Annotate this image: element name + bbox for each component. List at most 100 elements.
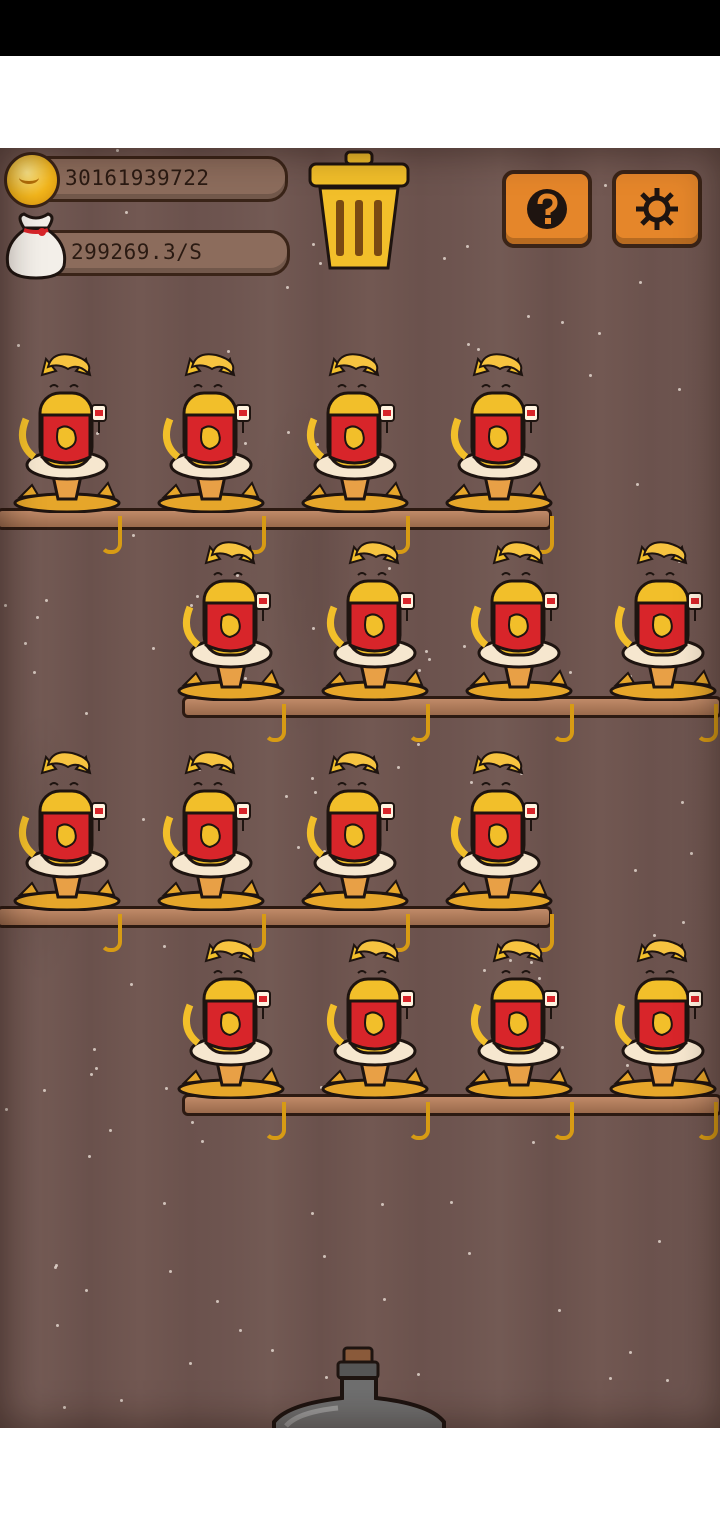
cat-slot[interactable] — [12, 751, 122, 912]
speck — [109, 1129, 112, 1132]
cat-slot[interactable] — [12, 353, 122, 514]
gear-icon — [636, 188, 678, 230]
cat-slot[interactable] — [444, 751, 554, 912]
speck — [142, 818, 145, 821]
speck — [690, 852, 693, 855]
shelf-hook — [100, 914, 122, 952]
speck — [4, 604, 7, 607]
speck — [287, 431, 290, 434]
cat-slot[interactable] — [464, 541, 574, 702]
speck — [163, 1202, 166, 1205]
cat-slot[interactable] — [464, 939, 574, 1100]
speck — [477, 348, 480, 351]
money-bag-icon — [5, 212, 67, 280]
speck — [629, 1351, 632, 1354]
speck — [116, 149, 119, 152]
speck — [165, 1087, 168, 1090]
speck — [132, 534, 135, 537]
cat-slot[interactable] — [300, 353, 410, 514]
speck — [609, 1377, 612, 1380]
cat-slot[interactable] — [320, 541, 430, 702]
speck — [634, 869, 637, 872]
speck — [43, 1089, 46, 1092]
speck — [653, 934, 656, 937]
speck — [285, 795, 288, 798]
speck — [45, 599, 48, 602]
coin-icon — [4, 152, 60, 208]
speck — [85, 712, 88, 715]
speck — [589, 374, 592, 377]
shelf-hook — [696, 1102, 718, 1140]
cat-slot[interactable] — [300, 751, 410, 912]
speck — [639, 281, 642, 284]
trash-can-icon[interactable] — [306, 150, 412, 272]
cat-slot[interactable] — [156, 353, 266, 514]
speck — [681, 801, 684, 804]
speck — [658, 1240, 661, 1243]
speck — [286, 286, 289, 289]
speck — [125, 211, 128, 214]
cat-slot[interactable] — [176, 541, 286, 702]
speck — [466, 245, 469, 248]
shelf-hook — [100, 516, 122, 554]
shelf-hook — [264, 704, 286, 742]
coin-counter-bar: 30161939722 — [28, 156, 288, 202]
speck — [189, 1362, 192, 1365]
speck — [532, 1141, 535, 1144]
produce-button[interactable]: 生产 — [268, 1346, 450, 1428]
shelf-hook — [552, 704, 574, 742]
cat-slot[interactable] — [176, 939, 286, 1100]
speck — [63, 1406, 66, 1409]
speck — [93, 1048, 96, 1051]
speck — [85, 1289, 88, 1292]
cat-slot[interactable] — [608, 939, 718, 1100]
speck — [450, 1201, 453, 1204]
speck — [33, 671, 36, 674]
cat-slot[interactable] — [156, 751, 266, 912]
help-button[interactable] — [502, 170, 592, 248]
speck — [417, 743, 420, 746]
bottle-icon — [272, 1346, 446, 1428]
speck — [443, 257, 446, 260]
speck — [604, 184, 607, 187]
speck — [163, 945, 166, 948]
speck — [36, 616, 39, 619]
speck — [5, 1108, 8, 1111]
coin-count: 30161939722 — [65, 166, 210, 190]
speck — [130, 983, 133, 986]
speck — [598, 332, 601, 335]
cat-slot[interactable] — [444, 353, 554, 514]
speck — [561, 321, 564, 324]
speck — [558, 1309, 561, 1312]
speck — [90, 1073, 93, 1076]
speck — [24, 642, 27, 645]
speck — [527, 315, 530, 318]
speck — [201, 1140, 204, 1143]
shelf-hook — [696, 704, 718, 742]
shelf-hook — [408, 1102, 430, 1140]
cat-slot[interactable] — [320, 939, 430, 1100]
speck — [216, 1300, 219, 1303]
speck — [678, 388, 681, 391]
speck — [381, 1203, 384, 1206]
shelf-hook — [408, 704, 430, 742]
speck — [323, 1255, 326, 1258]
speck — [682, 921, 685, 924]
speck — [17, 344, 20, 347]
shelf-hook — [552, 1102, 574, 1140]
speck — [239, 1329, 242, 1332]
speck — [467, 343, 470, 346]
speck — [383, 1298, 386, 1301]
speck — [311, 1212, 314, 1215]
speck — [95, 1067, 98, 1070]
settings-button[interactable] — [612, 170, 702, 248]
speck — [312, 627, 315, 630]
speck — [666, 1379, 669, 1382]
speck — [169, 1270, 172, 1273]
speck — [54, 1266, 57, 1269]
speck — [120, 1399, 123, 1402]
status-bar — [0, 0, 720, 56]
cat-slot[interactable] — [608, 541, 718, 702]
income-rate: 299269.3/S — [71, 240, 203, 264]
speck — [636, 483, 639, 486]
